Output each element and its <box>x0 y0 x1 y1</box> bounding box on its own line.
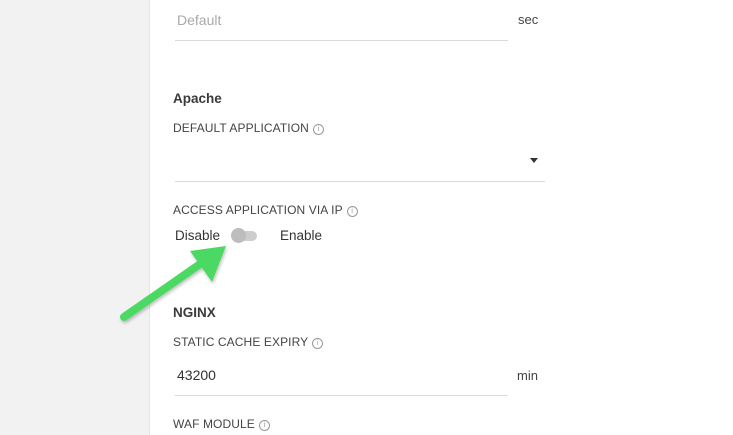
annotation-arrow <box>120 246 226 321</box>
arrow-shaft <box>120 258 207 321</box>
